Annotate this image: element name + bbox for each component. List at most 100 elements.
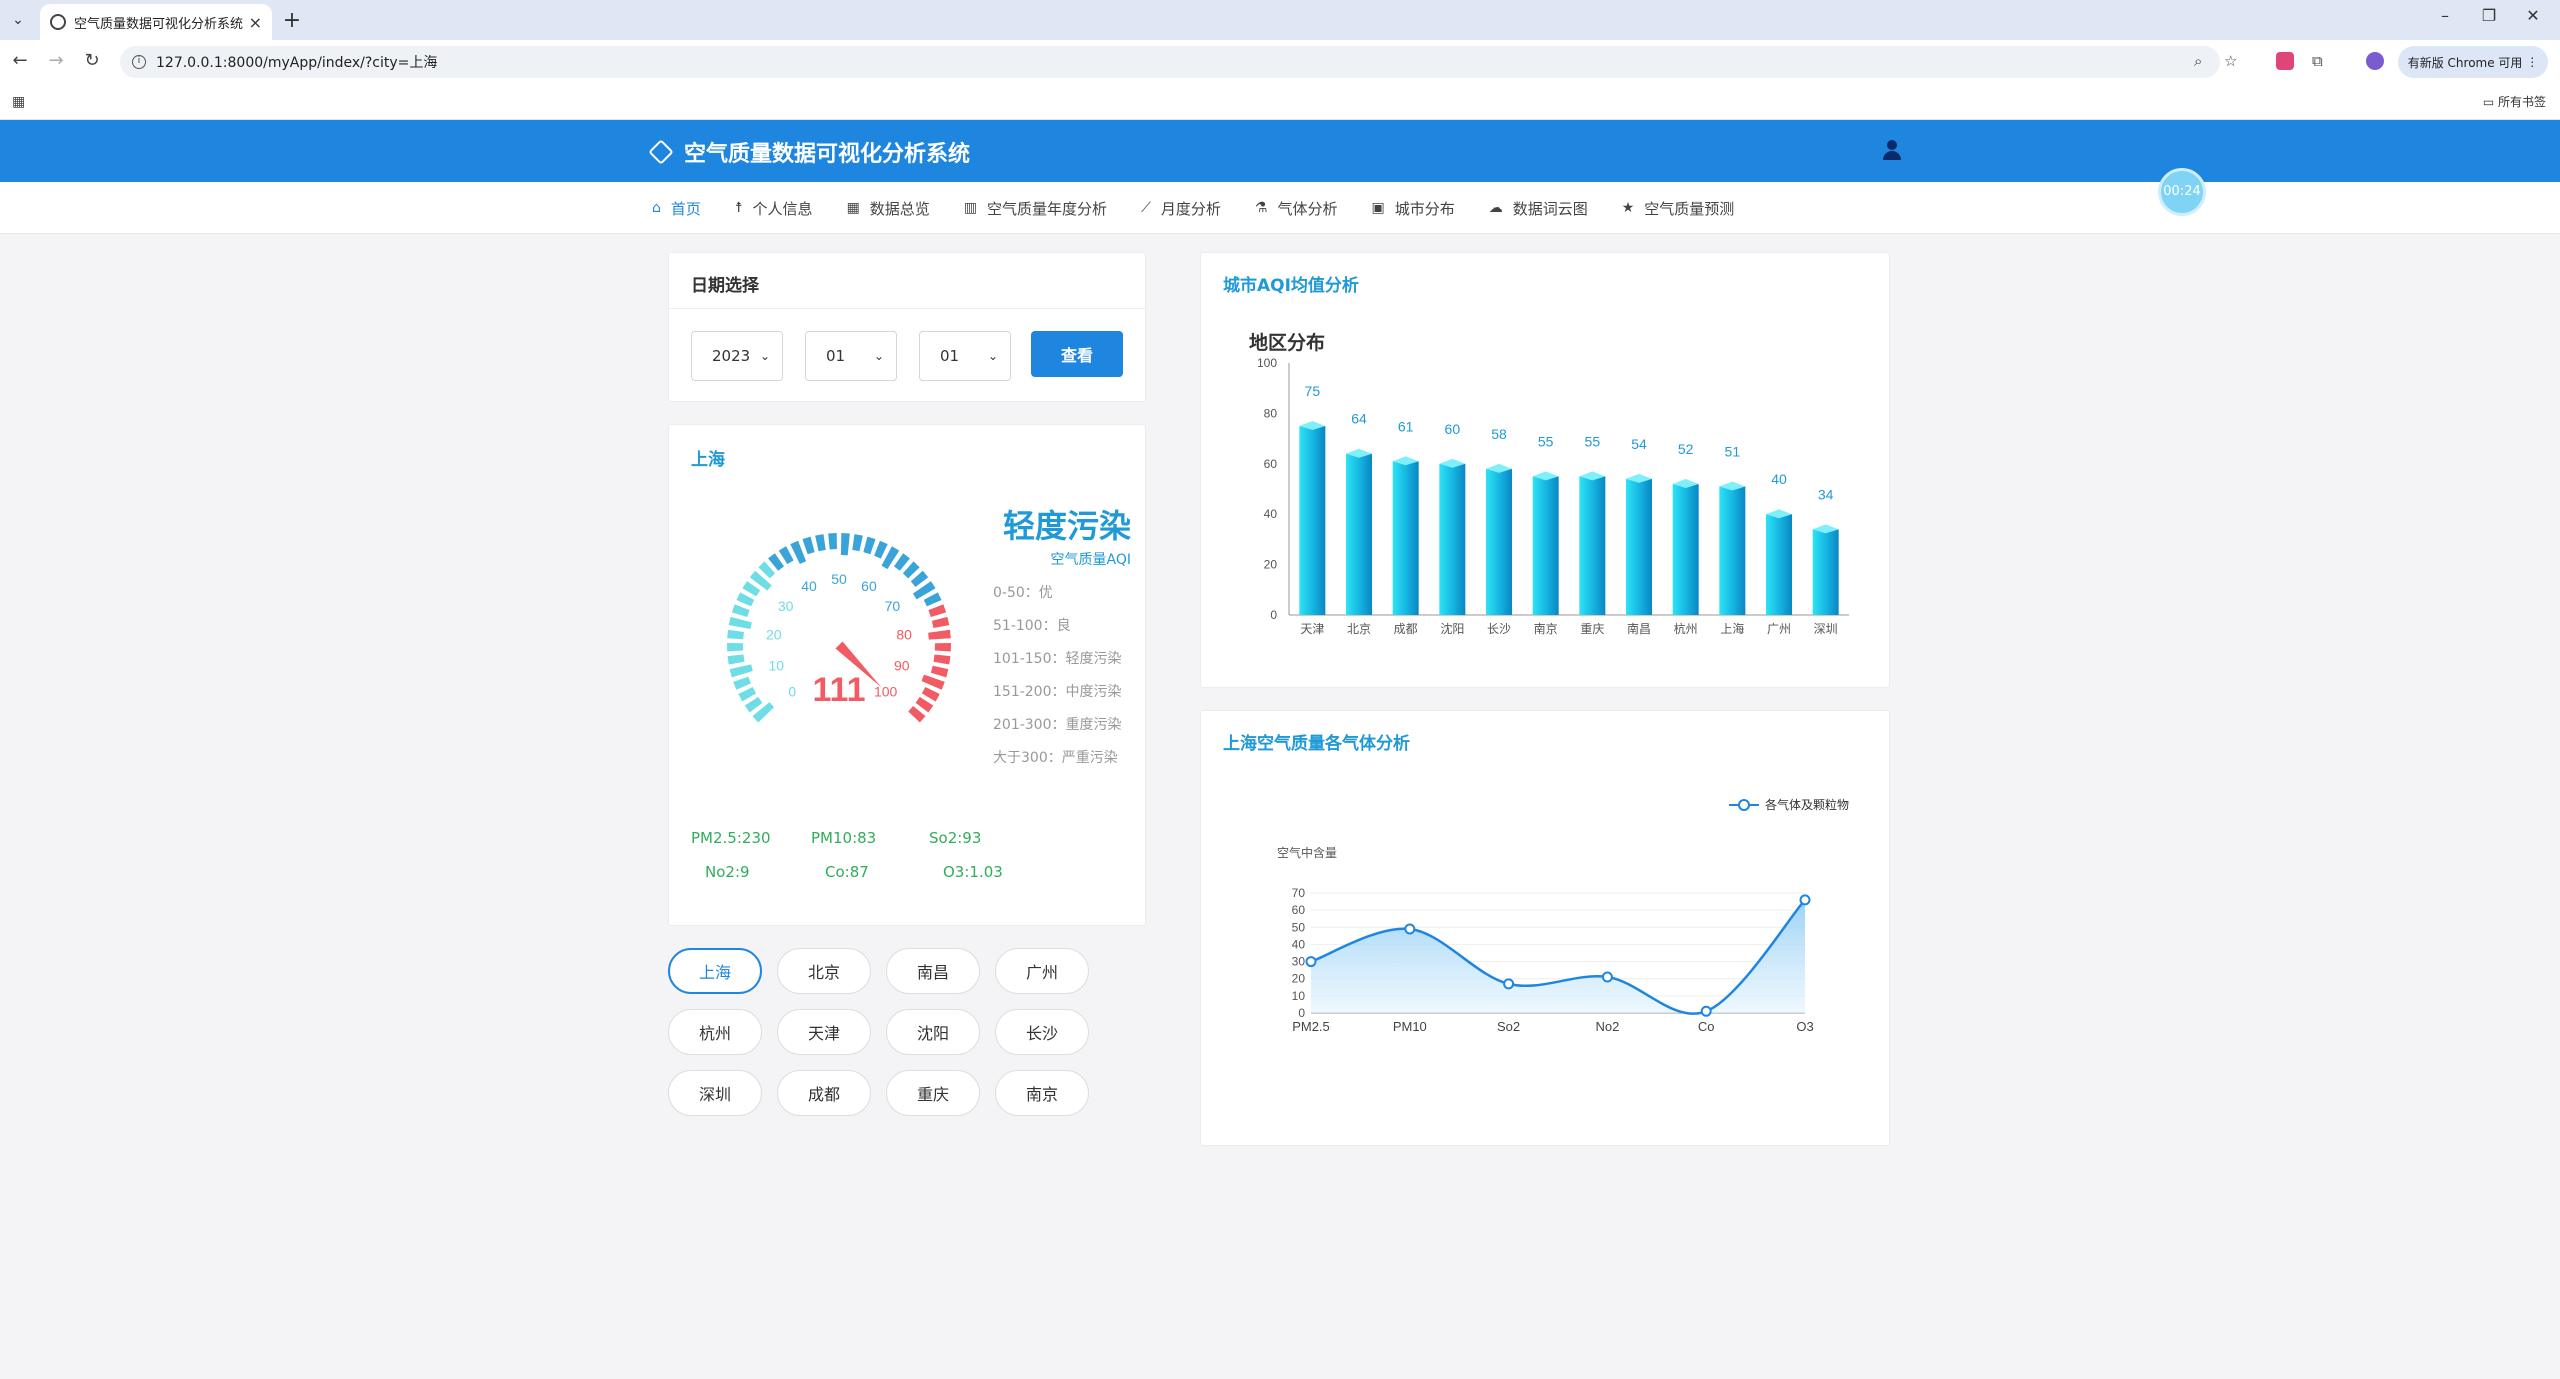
gauge-tick-label: 10 [768, 657, 784, 673]
back-icon[interactable]: ← [8, 50, 32, 71]
reload-icon[interactable]: ↻ [80, 50, 104, 71]
day-select[interactable]: 01 ⌄ [919, 331, 1011, 381]
city-button[interactable]: 北京 [777, 948, 871, 994]
aqi-legend-line: 101-150：轻度污染 [993, 651, 1122, 667]
gauge-tick-label: 20 [766, 627, 782, 643]
close-tab-icon[interactable]: × [249, 13, 262, 32]
profile-avatar[interactable] [2366, 52, 2384, 70]
gauge-segment [923, 592, 942, 607]
pollutant-value: PM2.5:230 [691, 829, 771, 847]
nav-item-8[interactable]: ★ 空气质量预测 [1622, 198, 1735, 219]
gauge-tick-label: 90 [894, 657, 910, 673]
city-button[interactable]: 重庆 [886, 1070, 980, 1116]
address-bar-row: ← → ↻ i 127.0.0.1:8000/myApp/index/?city… [0, 40, 2560, 84]
all-bookmarks[interactable]: ▭ 所有书签 [2483, 93, 2546, 110]
tab-list-chevron-icon[interactable]: ⌄ [8, 10, 28, 30]
area-fill [1311, 899, 1805, 1014]
user-icon[interactable] [1882, 140, 1902, 160]
app-title: 空气质量数据可视化分析系统 [684, 142, 971, 167]
aqi-level-text: 轻度污染 [1002, 507, 1131, 545]
city-buttons: 上海 北京 南昌 广州杭州 天津 沈阳 长沙深圳 成都 重庆 南京 [668, 948, 1089, 1116]
bar [1532, 476, 1559, 615]
timer-badge[interactable]: 00:24 [2158, 168, 2206, 216]
person-icon: ☨ [734, 200, 743, 216]
chevron-down-icon: ⌄ [873, 349, 884, 363]
app-logo[interactable]: 空气质量数据可视化分析系统 [648, 136, 971, 168]
x-tick-label: 沈阳 [1440, 621, 1464, 636]
site-info-icon[interactable]: i [132, 55, 146, 69]
forward-icon[interactable]: → [44, 50, 68, 71]
nav-item-label: 城市分布 [1394, 199, 1455, 218]
extension-icon[interactable] [2276, 52, 2294, 70]
gauge-tick-label: 60 [861, 578, 877, 594]
nav-item-5[interactable]: ⚗ 气体分析 [1255, 198, 1338, 219]
nav-item-3[interactable]: ▥ 空气质量年度分析 [964, 198, 1107, 219]
x-tick-label: 南京 [1534, 621, 1558, 636]
apps-grid-icon[interactable]: ▦ [12, 94, 25, 110]
y-axis-label: 空气中含量 [1277, 845, 1337, 860]
bar-chart-title: 地区分布 [1249, 331, 1325, 354]
x-tick-label: So2 [1497, 1019, 1520, 1034]
city-button[interactable]: 天津 [777, 1009, 871, 1055]
month-select[interactable]: 01 ⌄ [805, 331, 897, 381]
city-button[interactable]: 南昌 [886, 948, 980, 994]
cube-icon [648, 139, 674, 165]
x-tick-label: Co [1698, 1019, 1715, 1034]
gauge-segment [840, 533, 850, 556]
view-button[interactable]: 查看 [1031, 331, 1123, 377]
omnibox[interactable]: i 127.0.0.1:8000/myApp/index/?city=上海 [120, 46, 2220, 78]
x-tick-label: 杭州 [1674, 621, 1698, 636]
new-tab-icon[interactable]: + [280, 8, 304, 33]
nav-item-7[interactable]: ☁ 数据词云图 [1489, 198, 1588, 219]
city-button[interactable]: 上海 [668, 948, 762, 994]
city-aqi-chart-title: 城市AQI均值分析 [1223, 276, 1359, 296]
nav-item-4[interactable]: ⟋ 月度分析 [1141, 198, 1221, 219]
data-point [1700, 1005, 1712, 1017]
gauge-tick-label: 70 [885, 598, 901, 614]
gauge-segment [863, 536, 876, 555]
bar-data-label: 51 [1725, 443, 1741, 459]
pollutant-values: PM2.5:230 PM10:83 So2:93 No2:9 Co:87 O3:1.03 [691, 829, 1063, 897]
nav-item-label: 月度分析 [1160, 199, 1221, 218]
y-tick-label: 0 [1298, 1006, 1305, 1020]
restore-icon[interactable]: ❐ [2474, 6, 2504, 25]
gas-icon: ⚗ [1254, 200, 1268, 216]
city-button[interactable]: 沈阳 [886, 1009, 980, 1055]
pollutant-value: O3:1.03 [943, 863, 1003, 881]
extensions-puzzle-icon[interactable]: ⧉ [2312, 52, 2323, 70]
gauge-tick-label: 80 [896, 627, 912, 643]
gauge-segment [915, 696, 934, 713]
bar [1766, 514, 1792, 615]
city-name: 上海 [691, 450, 725, 470]
city-button[interactable]: 长沙 [995, 1009, 1089, 1055]
nav-item-1[interactable]: ☨ 个人信息 [735, 198, 813, 219]
city-button[interactable]: 深圳 [668, 1070, 762, 1116]
gauge-tick-label: 40 [801, 578, 817, 594]
city-button[interactable]: 南京 [995, 1070, 1089, 1116]
gauge-segment [815, 534, 826, 552]
gauge-segment [731, 604, 750, 618]
city-button[interactable]: 成都 [777, 1070, 871, 1116]
close-window-icon[interactable]: ✕ [2518, 6, 2548, 25]
gauge-segment [729, 664, 753, 678]
browser-tab[interactable]: 空气质量数据可视化分析系统 × [40, 4, 272, 40]
aqi-legend-line: 151-200：中度污染 [993, 684, 1122, 700]
pollutant-value: PM10:83 [811, 829, 877, 847]
pollutant-row: No2:9 Co:87 O3:1.03 [691, 863, 1063, 881]
bookmark-star-icon[interactable]: ☆ [2224, 52, 2237, 70]
nav-item-2[interactable]: ▦ 数据总览 [847, 198, 930, 219]
chrome-update-button[interactable]: 有新版 Chrome 可用 ⋮ [2398, 46, 2548, 78]
nav-item-label: 个人信息 [752, 199, 813, 218]
minimize-icon[interactable]: – [2430, 6, 2460, 25]
nav-item-0[interactable]: ⌂ 首页 [652, 198, 701, 219]
nav-item-6[interactable]: ▣ 城市分布 [1371, 198, 1454, 219]
zoom-icon[interactable]: ⌕ [2194, 52, 2202, 70]
y-tick-label: 20 [1292, 972, 1306, 986]
gauge-segment [742, 581, 761, 597]
city-button[interactable]: 广州 [995, 948, 1089, 994]
bar-chart-icon: ▥ [963, 200, 978, 216]
gauge-segment [733, 676, 751, 690]
aqi-legend: 0-50：优 51-100：良 101-150：轻度污染 151-200：中度污染 20… [993, 577, 1122, 775]
year-select[interactable]: 2023 ⌄ [691, 331, 783, 381]
city-button[interactable]: 杭州 [668, 1009, 762, 1055]
